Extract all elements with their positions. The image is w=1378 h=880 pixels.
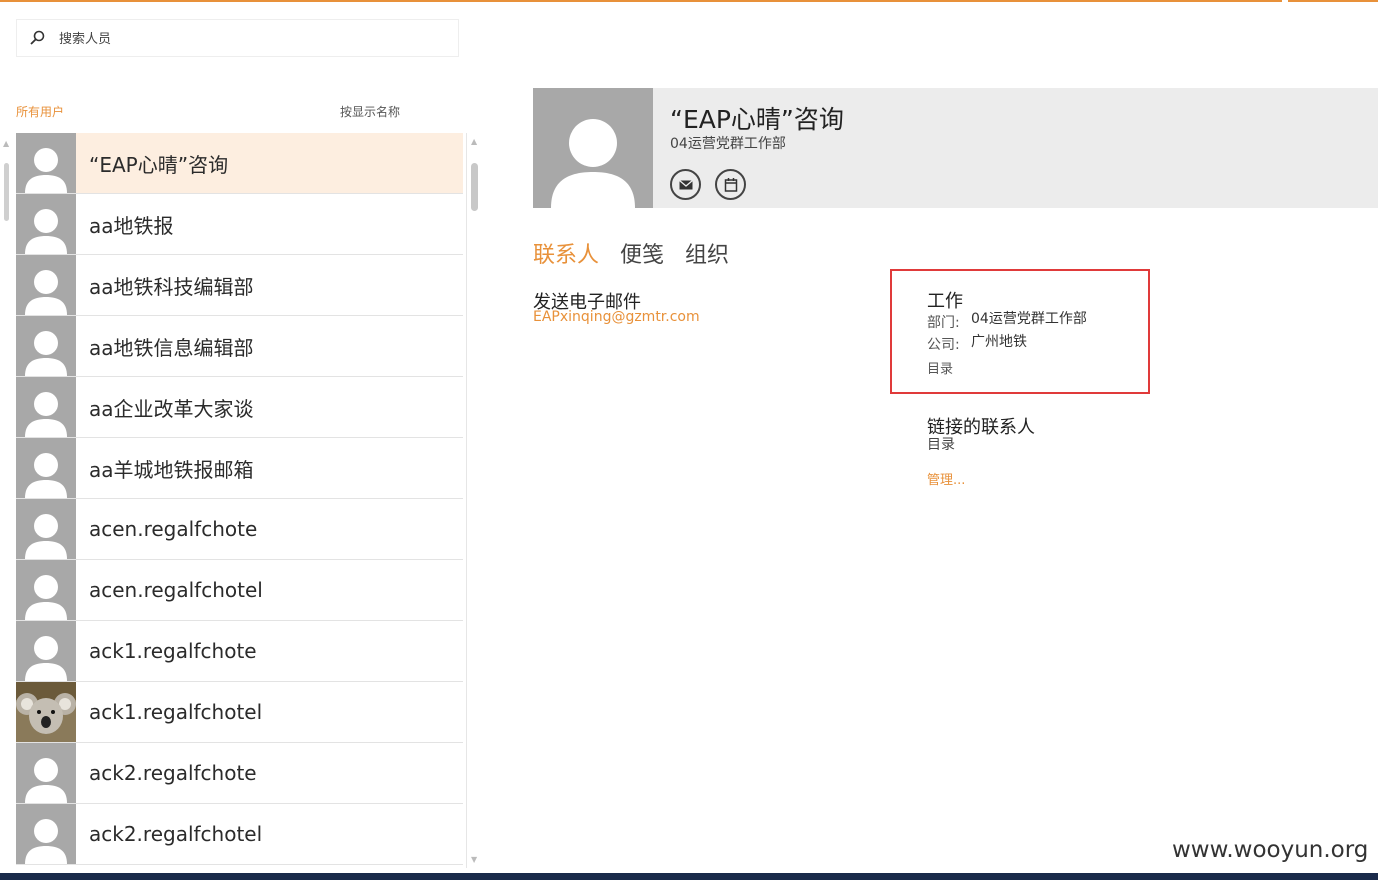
contact-row[interactable]: acen.regalfchotel: [16, 560, 463, 621]
person-icon: [16, 255, 76, 315]
contact-name: ack1.regalfchotel: [89, 700, 263, 724]
contact-row[interactable]: acen.regalfchote: [16, 499, 463, 560]
person-icon: [16, 621, 76, 681]
calendar-icon: [724, 177, 737, 192]
contact-name: aa企业改革大家谈: [89, 396, 254, 421]
top-accent-bar: [0, 0, 1378, 2]
detail-tabs: 联系人 便笺 组织: [533, 237, 743, 269]
person-icon: [16, 194, 76, 254]
contact-row[interactable]: aa企业改革大家谈: [16, 377, 463, 438]
person-icon: [16, 316, 76, 376]
contact-list-scroll-thumb[interactable]: [471, 163, 478, 211]
contact-name: ack1.regalfchote: [89, 639, 257, 663]
department-value: 04运营党群工作部: [971, 311, 1087, 327]
mail-icon: [678, 179, 693, 189]
person-icon: [16, 804, 76, 864]
email-link[interactable]: EAPxinqing@gzmtr.com: [533, 309, 700, 325]
contact-name: acen.regalfchote: [89, 517, 258, 541]
contact-name: acen.regalfchotel: [89, 578, 263, 602]
contact-department: 04运营党群工作部: [670, 136, 786, 152]
tab-notes[interactable]: 便笺: [620, 243, 664, 268]
contact-name: aa羊城地铁报邮箱: [89, 457, 254, 482]
contact-row[interactable]: aa地铁报: [16, 194, 463, 255]
contact-row[interactable]: ack2.regalfchote: [16, 743, 463, 804]
manage-link[interactable]: 管理...: [927, 469, 965, 488]
scroll-up-icon[interactable]: ▲: [471, 137, 477, 146]
person-icon: [16, 438, 76, 498]
tab-contact[interactable]: 联系人: [533, 243, 599, 268]
person-icon: [551, 119, 635, 208]
contact-header: “EAP心晴”咨询 04运营党群工作部: [533, 88, 1378, 208]
contact-row[interactable]: aa地铁信息编辑部: [16, 316, 463, 377]
search-input[interactable]: [59, 28, 439, 50]
work-section-title: 工作: [927, 291, 963, 312]
contact-row[interactable]: ack2.regalfchotel: [16, 804, 463, 865]
search-icon: [30, 30, 45, 45]
company-key: 公司:: [927, 337, 960, 353]
linked-source-label: 目录: [927, 437, 955, 453]
company-value: 广州地铁: [971, 334, 1027, 350]
contact-row[interactable]: ack1.regalfchote: [16, 621, 463, 682]
contact-row[interactable]: ack1.regalfchotel: [16, 682, 463, 743]
contact-row[interactable]: aa地铁科技编辑部: [16, 255, 463, 316]
outer-scroll-thumb[interactable]: [4, 163, 9, 221]
schedule-meeting-button[interactable]: [715, 169, 746, 200]
contact-row[interactable]: “EAP心晴”咨询: [16, 133, 463, 194]
outer-scrollbar[interactable]: ▲: [0, 133, 14, 868]
contact-name: “EAP心晴”咨询: [89, 152, 229, 177]
department-key: 部门:: [927, 315, 960, 331]
koala-photo-avatar: [16, 682, 76, 742]
contact-name: aa地铁信息编辑部: [89, 335, 254, 360]
sort-by-display-name[interactable]: 按显示名称: [340, 103, 400, 120]
watermark: www.wooyun.org: [1172, 837, 1369, 863]
scroll-up-icon[interactable]: ▲: [3, 139, 11, 148]
send-mail-button[interactable]: [670, 169, 701, 200]
person-icon: [16, 743, 76, 803]
contact-name: “EAP心晴”咨询: [670, 105, 844, 134]
person-icon: [16, 133, 76, 193]
scroll-down-icon[interactable]: ▼: [471, 855, 477, 864]
top-bar-gap: [1282, 0, 1288, 2]
contact-avatar: [533, 88, 653, 208]
contact-list: “EAP心晴”咨询 aa地铁报 aa地铁科技编辑部 aa地铁信息编辑部 aa企业改革大家…: [16, 133, 463, 868]
person-icon: [16, 377, 76, 437]
work-source-label: 目录: [927, 362, 954, 377]
filter-all-users[interactable]: 所有用户: [16, 103, 64, 120]
taskbar-strip: [0, 873, 1378, 880]
search-box[interactable]: [16, 19, 459, 57]
contact-name: aa地铁科技编辑部: [89, 274, 254, 299]
tab-organization[interactable]: 组织: [685, 243, 729, 268]
contact-row[interactable]: aa羊城地铁报邮箱: [16, 438, 463, 499]
person-icon: [16, 499, 76, 559]
person-icon: [16, 560, 76, 620]
contact-name: aa地铁报: [89, 213, 174, 238]
contact-name: ack2.regalfchotel: [89, 822, 263, 846]
contact-list-scrollbar[interactable]: ▲ ▼: [466, 133, 484, 868]
contact-name: ack2.regalfchote: [89, 761, 257, 785]
